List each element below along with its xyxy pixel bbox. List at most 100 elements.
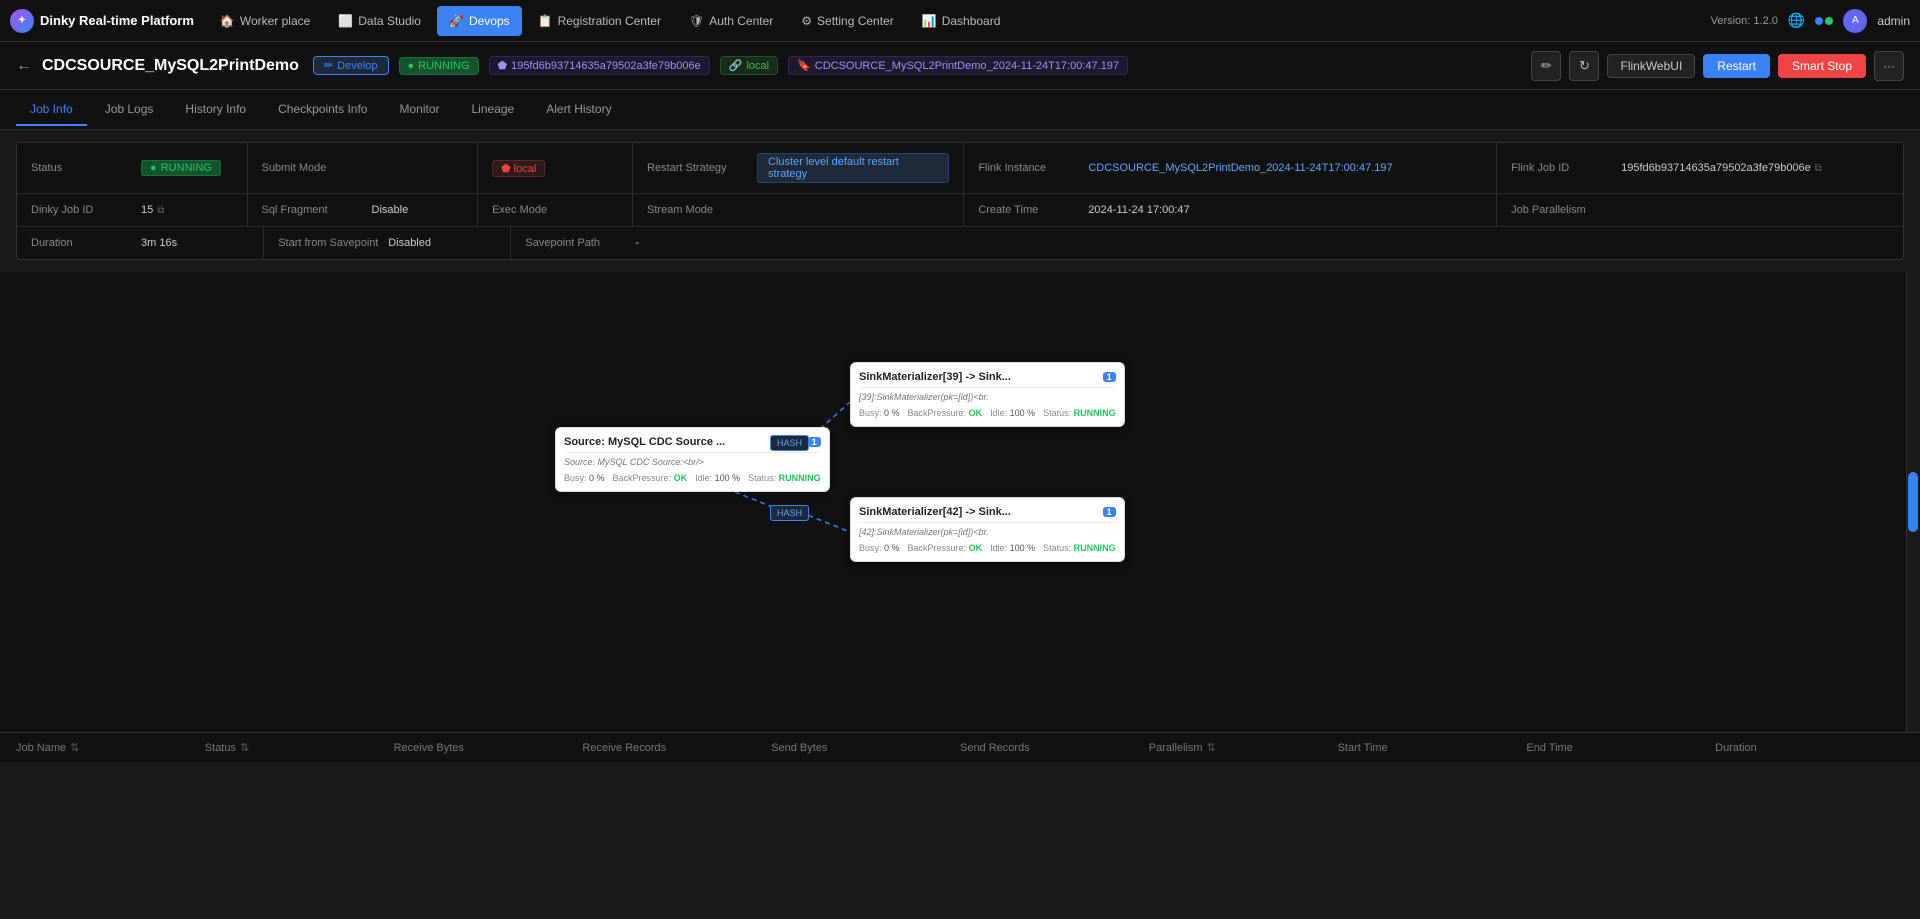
info-row-2: Dinky Job ID 15 ⧉ Sql Fragment Disable E… <box>17 194 1903 227</box>
devops-icon: 🚀 <box>449 14 464 28</box>
job-title: CDCSOURCE_MySQL2PrintDemo <box>42 57 299 75</box>
sort-icon-job-name: ⇅ <box>70 741 79 754</box>
avatar: A <box>1843 9 1867 33</box>
source-node-stats: Busy: 0 % BackPressure: OK Idle: 100 % S… <box>564 473 821 483</box>
col-job-name: Job Name ⇅ <box>16 741 205 754</box>
info-row-1: Status ● RUNNING Submit Mode ⬟ local Res… <box>17 143 1903 194</box>
sink-node-2[interactable]: SinkMaterializer[42] -> Sink... 1 [42]:S… <box>850 497 1125 562</box>
nav-registration-center[interactable]: 📋 Registration Center <box>526 6 673 36</box>
tab-job-info[interactable]: Job Info <box>16 94 87 126</box>
sink-node-1-desc: [39]:SinkMaterializer(pk=[id])<br. <box>859 392 1116 402</box>
env-badge: 🔗 local <box>720 56 778 75</box>
col-end-time: End Time <box>1526 742 1715 754</box>
pencil-icon: ✏ <box>324 59 333 72</box>
sink-node-2-badge: 1 <box>1103 507 1116 517</box>
create-time-cell: Create Time 2024-11-24 17:00:47 <box>964 194 1497 226</box>
tab-lineage[interactable]: Lineage <box>458 94 529 126</box>
sort-icon-status: ⇅ <box>240 741 249 754</box>
sink-node-2-title: SinkMaterializer[42] -> Sink... <box>859 506 1011 518</box>
hash-icon: ⬟ <box>498 59 508 72</box>
nav-data-studio-label: Data Studio <box>358 14 421 28</box>
copy-flink-job-id-icon[interactable]: ⧉ <box>1815 163 1822 174</box>
tab-history-info[interactable]: History Info <box>171 94 260 126</box>
edit-icon-button[interactable]: ✏ <box>1531 51 1561 81</box>
nav-devops[interactable]: 🚀 Devops <box>437 6 522 36</box>
nav-auth-center[interactable]: 🛡 Auth Center <box>677 6 785 36</box>
create-time-value: 2024-11-24 17:00:47 <box>1088 204 1189 216</box>
tab-checkpoints-info[interactable]: Checkpoints Info <box>264 94 381 126</box>
smart-stop-button[interactable]: Smart Stop <box>1778 54 1866 78</box>
nav-setting-center[interactable]: ⚙ Setting Center <box>789 6 905 36</box>
status-value: ● RUNNING <box>141 160 221 176</box>
top-navigation: ✦ Dinky Real-time Platform 🏠 Worker plac… <box>0 0 1920 42</box>
col-send-records: Send Records <box>960 742 1149 754</box>
nav-worker-place[interactable]: 🏠 Worker place <box>208 6 322 36</box>
nav-right-area: Version: 1.2.0 🌐 A admin <box>1711 9 1910 33</box>
develop-button[interactable]: ✏ Develop <box>313 56 389 75</box>
commit-hash-badge: ⬟ 195fd6b93714635a79502a3fe79b006e <box>489 56 710 75</box>
dashboard-icon: 📊 <box>922 14 937 28</box>
col-start-time: Start Time <box>1338 742 1527 754</box>
running-dot: ● <box>150 162 157 174</box>
hash-label-bottom: HASH <box>770 505 809 521</box>
globe-icon[interactable]: 🌐 <box>1788 12 1805 29</box>
sort-icon-parallelism: ⇅ <box>1207 741 1216 754</box>
flink-instance-value: CDCSOURCE_MySQL2PrintDemo_2024-11-24T17:… <box>1088 162 1392 174</box>
info-row-3: Duration 3m 16s Start from Savepoint Dis… <box>17 227 1903 259</box>
flink-instance-cell: Flink Instance CDCSOURCE_MySQL2PrintDemo… <box>964 143 1497 193</box>
local-badge: ⬟ local <box>492 160 545 177</box>
bottom-table-header: Job Name ⇅ Status ⇅ Receive Bytes Receiv… <box>0 732 1920 762</box>
savepoint-value: Disabled <box>388 237 431 249</box>
dot-green <box>1825 17 1833 25</box>
tab-monitor[interactable]: Monitor <box>385 94 453 126</box>
data-studio-icon: ⬜ <box>338 14 353 28</box>
sink-node-1[interactable]: SinkMaterializer[39] -> Sink... 1 [39]:S… <box>850 362 1125 427</box>
col-receive-records: Receive Records <box>582 742 771 754</box>
col-status: Status ⇅ <box>205 741 394 754</box>
sink-node-1-title: SinkMaterializer[39] -> Sink... <box>859 371 1011 383</box>
sink-node-2-stats: Busy: 0 % BackPressure: OK Idle: 100 % S… <box>859 543 1116 553</box>
registration-icon: 📋 <box>538 14 553 28</box>
restart-strategy-value: Cluster level default restart strategy <box>757 153 949 183</box>
tab-job-logs[interactable]: Job Logs <box>91 94 168 126</box>
path-badge: 🔖 CDCSOURCE_MySQL2PrintDemo_2024-11-24T1… <box>788 56 1128 75</box>
circle-icon: ● <box>408 60 415 72</box>
refresh-icon-button[interactable]: ↻ <box>1569 51 1599 81</box>
source-node-badge: 1 <box>808 437 821 447</box>
back-button[interactable]: ← <box>16 57 32 75</box>
info-table: Status ● RUNNING Submit Mode ⬟ local Res… <box>16 142 1904 260</box>
stream-mode-cell: Stream Mode <box>633 194 964 226</box>
col-send-bytes: Send Bytes <box>771 742 960 754</box>
scroll-bar[interactable] <box>1906 272 1920 732</box>
copy-dinky-job-id-icon[interactable]: ⧉ <box>157 205 164 216</box>
sub-header-actions: ✏ ↻ FlinkWebUI Restart Smart Stop ··· <box>1531 51 1904 81</box>
duration-value: 3m 16s <box>141 237 177 249</box>
source-node-desc: Source: MySQL CDC Source:<br/> <box>564 457 821 467</box>
submit-mode-cell: Submit Mode <box>248 143 479 193</box>
env-icon: 🔗 <box>729 59 743 72</box>
admin-label: admin <box>1877 14 1910 28</box>
scroll-thumb[interactable] <box>1908 472 1918 532</box>
more-options-button[interactable]: ··· <box>1874 51 1904 81</box>
flow-area: Source: MySQL CDC Source ... 1 Source: M… <box>0 272 1906 732</box>
restart-button[interactable]: Restart <box>1703 54 1770 78</box>
nav-data-studio[interactable]: ⬜ Data Studio <box>326 6 433 36</box>
col-receive-bytes: Receive Bytes <box>394 742 583 754</box>
flink-webui-button[interactable]: FlinkWebUI <box>1607 54 1695 78</box>
bookmark-icon: 🔖 <box>797 59 811 72</box>
sink-node-1-badge: 1 <box>1103 372 1116 382</box>
tab-alert-history[interactable]: Alert History <box>532 94 625 126</box>
dot-blue <box>1815 17 1823 25</box>
hash-label-top: HASH <box>770 435 809 451</box>
sink-node-1-stats: Busy: 0 % BackPressure: OK Idle: 100 % S… <box>859 408 1116 418</box>
nav-dashboard[interactable]: 📊 Dashboard <box>910 6 1013 36</box>
restart-strategy-cell: Restart Strategy Cluster level default r… <box>633 143 964 193</box>
sink-node-2-desc: [42]:SinkMaterializer(pk=[id])<br. <box>859 527 1116 537</box>
sub-header: ← CDCSOURCE_MySQL2PrintDemo ✏ Develop ● … <box>0 42 1920 90</box>
nav-setting-label: Setting Center <box>817 14 894 28</box>
setting-icon: ⚙ <box>801 14 812 28</box>
savepoint-cell: Start from Savepoint Disabled <box>264 227 511 259</box>
auth-icon: 🛡 <box>689 14 704 28</box>
app-name: Dinky Real-time Platform <box>40 13 194 28</box>
col-parallelism: Parallelism ⇅ <box>1149 741 1338 754</box>
